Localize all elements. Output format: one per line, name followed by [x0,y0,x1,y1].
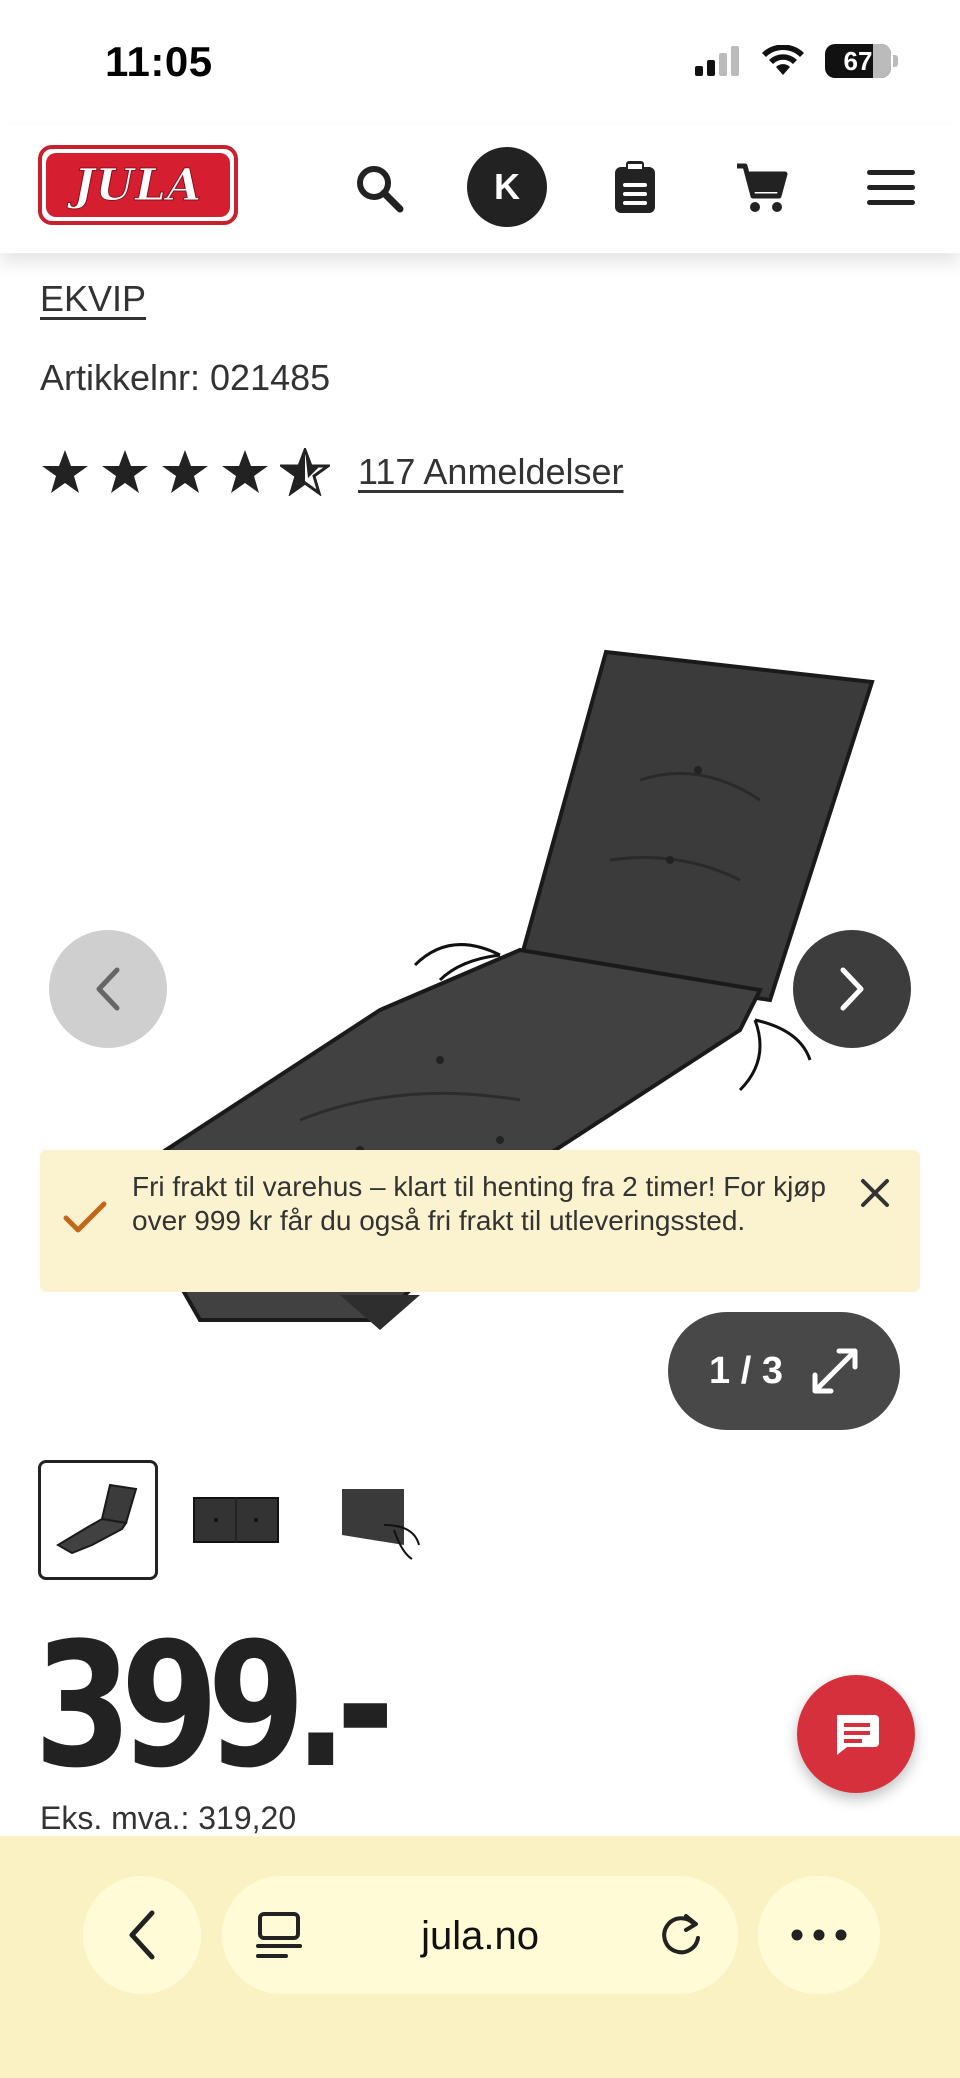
thumbnail-lounger-cushion [56,1483,138,1555]
cart-icon [737,163,788,212]
shopping-list-button[interactable] [600,153,670,223]
jula-logo[interactable]: JULA [38,145,238,225]
search-icon [357,166,404,213]
clipboard-icon [615,161,655,213]
thumbnail-2[interactable] [176,1460,296,1580]
reload-icon[interactable] [658,1912,704,1958]
star-icon [42,450,88,493]
battery-level: 67 [843,45,873,76]
notice-text: Fri frakt til varehus – klart til hentin… [132,1171,826,1236]
price-excl-vat: Eks. mva.: 319,20 [40,1800,297,1836]
browser-back-button[interactable] [83,1876,201,1994]
thumbnail-1[interactable] [38,1460,158,1580]
article-number: Artikkelnr: 021485 [40,357,331,398]
star-icon [162,450,208,493]
gallery-next-button[interactable] [793,930,911,1048]
rating: 117 Anmeldelser [40,448,624,496]
chat-icon [837,1715,879,1755]
shipping-notice: Fri frakt til varehus – klart til hentin… [40,1150,920,1292]
star-icon [222,450,268,493]
hamburger-menu-icon [867,170,915,205]
thumbnail-3[interactable] [314,1460,434,1580]
rating-stars [40,448,330,496]
more-dots-icon [791,1929,847,1941]
status-time: 11:05 [105,38,213,85]
thumbnail-strip [38,1460,434,1580]
expand-icon [812,1348,858,1394]
browser-more-button[interactable] [758,1876,880,1994]
close-icon [861,1179,889,1207]
battery-icon: 67 [825,44,891,78]
notice-close-button[interactable] [852,1170,898,1216]
status-bar: 11:05 67 [0,0,960,125]
gallery-fullscreen-button[interactable]: 1 / 3 [668,1312,900,1430]
product-price: 399.- [34,1605,395,1806]
menu-button[interactable] [856,153,926,223]
account-avatar-button[interactable]: K [467,147,547,227]
site-header: JULA K [0,125,960,253]
thumbnail-cushion-detail [342,1489,420,1560]
gallery-prev-button[interactable] [49,930,167,1048]
half-star-icon [280,448,330,496]
reviews-link[interactable]: 117 Anmeldelser [358,451,624,493]
search-button[interactable] [344,153,414,223]
logo-text: JULA [73,159,203,211]
cellular-signal-icon [695,46,739,76]
thumbnail-cushion-flat [193,1497,279,1543]
chat-button[interactable] [797,1675,915,1793]
image-counter: 1 / 3 [709,1349,783,1392]
star-icon [102,450,148,493]
checkmark-icon [63,1201,107,1233]
status-indicators: 67 [695,44,898,78]
chevron-right-icon [840,967,864,1011]
cart-button[interactable] [727,153,797,223]
wifi-icon [762,45,804,75]
chevron-left-icon [129,1910,155,1960]
brand-link[interactable]: EKVIP [40,278,146,320]
product-gallery[interactable]: 1 / 3 [0,560,960,1440]
chevron-left-icon [96,967,120,1011]
browser-toolbar: jula.no [0,1836,960,2078]
address-bar[interactable]: jula.no [222,1876,738,1994]
